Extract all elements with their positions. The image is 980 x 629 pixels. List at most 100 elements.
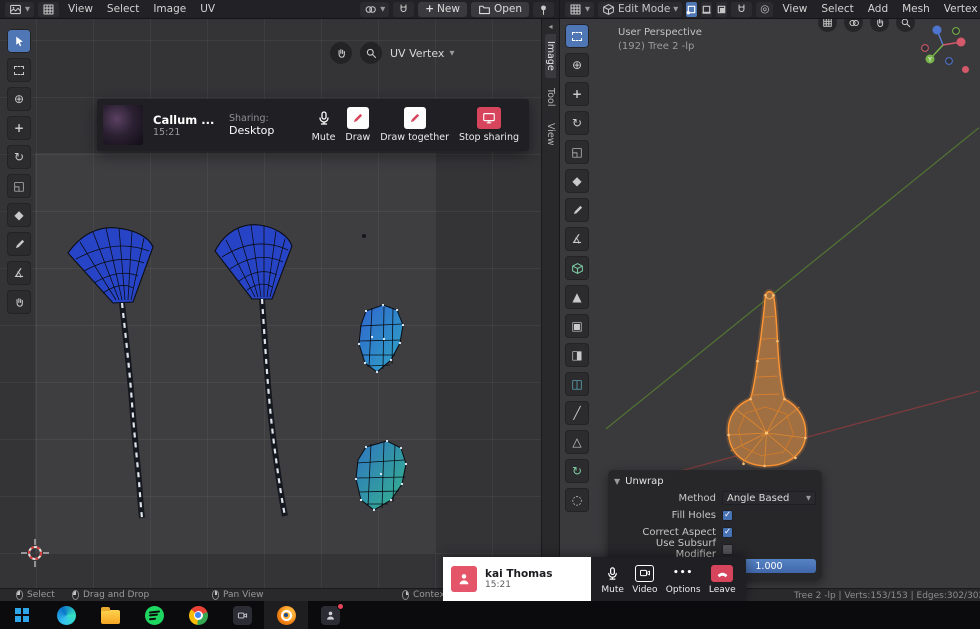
scale-tool[interactable]: ◱ [565,140,589,164]
video-label: Video [632,584,658,595]
loop-cut-tool[interactable]: ◫ [565,372,589,396]
scale-tool[interactable]: ◱ [7,174,31,198]
status-pan-view: Pan View [212,590,263,600]
sidebar-toggle-icon[interactable]: ◂ [548,22,552,31]
grab-tool[interactable] [7,290,31,314]
move-tool[interactable]: + [7,116,31,140]
select-box-icon [572,31,582,41]
image-browse-widget[interactable] [38,1,59,17]
select-box-tool[interactable] [7,58,31,82]
pin-icon[interactable] [533,1,554,17]
knife-tool[interactable]: ╱ [565,401,589,425]
smooth-tool[interactable]: ◌ [565,488,589,512]
middle-mouse-icon [212,590,219,600]
taskbar-spotify[interactable] [132,601,176,629]
navigation-gizmo[interactable]: Y [918,20,968,70]
video-button[interactable]: Video [632,564,657,595]
menu-select[interactable]: Select [816,2,858,16]
uv-tool-rail: ⊕ + ↻ ◱ ◆ ∡ [7,29,31,314]
uv-island-fan-right [214,224,293,517]
bevel-tool[interactable]: ◨ [565,343,589,367]
zoom-icon[interactable] [360,42,382,64]
menu-view[interactable]: View [63,2,98,16]
annotate-tool[interactable] [7,232,31,256]
options-button[interactable]: ••• Options [666,564,701,595]
tab-tool[interactable]: Tool [545,81,556,113]
mode-dropdown[interactable]: Edit Mode ▼ [598,1,683,17]
taskbar-app[interactable] [220,601,264,629]
right-mouse-icon [402,590,409,600]
screenshare-banner: Callum ... 15:21 Sharing: Desktop Mute D… [97,99,529,151]
face-select-mode-button[interactable] [716,1,728,17]
file-explorer-icon [100,606,120,624]
scene-stats: Tree 2 -lp | Verts:153/153 | Edges:302/3… [794,590,980,601]
method-dropdown[interactable]: Angle Based ▼ [722,491,816,505]
cursor-tool[interactable]: ⊕ [565,53,589,77]
tab-view[interactable]: View [545,116,556,153]
menu-view[interactable]: View [777,2,812,16]
menu-vertex[interactable]: Vertex [939,2,980,16]
use-subsurf-checkbox[interactable] [722,543,733,555]
editor-type-selector[interactable]: ▼ [5,1,34,17]
axis-ball-icon[interactable] [962,66,969,73]
taskbar-blender[interactable] [264,601,308,629]
edge-select-mode-button[interactable] [701,1,713,17]
tab-image[interactable]: Image [545,34,556,78]
editor-type-selector[interactable]: ▼ [565,1,594,17]
transform-tool[interactable]: ◆ [7,203,31,227]
unwrap-panel-header[interactable]: ▼ Unwrap [614,474,816,489]
draw-together-button[interactable]: Draw together [380,107,449,143]
vertex-select-mode-button[interactable] [686,1,698,17]
add-cube-tool[interactable] [565,256,589,280]
draw-button[interactable]: Draw [345,107,370,143]
uv-mode-dropdown[interactable]: UV Vertex ▼ [390,47,454,60]
menu-add[interactable]: Add [863,2,893,16]
menu-uv[interactable]: UV [195,2,220,16]
chevron-down-icon: ▼ [25,4,30,13]
select-box-tool[interactable] [565,24,589,48]
mute-button[interactable]: Mute [601,564,624,595]
poly-build-tool[interactable]: △ [565,430,589,454]
chevron-down-icon: ▼ [806,493,811,502]
snap-icon[interactable] [731,1,753,17]
check-icon: ✓ [723,509,732,520]
rotate-tool[interactable]: ↻ [7,145,31,169]
chevron-down-icon: ▼ [673,4,679,13]
rotate-tool[interactable]: ↻ [565,111,589,135]
taskbar-file-explorer[interactable] [88,601,132,629]
mute-label: Mute [601,584,624,595]
menu-image[interactable]: Image [148,2,191,16]
tweak-tool[interactable] [7,29,31,53]
proportional-editing-icon[interactable]: ◎ [756,1,774,17]
inset-faces-tool[interactable]: ▣ [565,314,589,338]
menu-mesh[interactable]: Mesh [897,2,935,16]
measure-tool[interactable]: ∡ [7,261,31,285]
gizmo-y-label: Y [927,57,932,64]
start-button[interactable] [0,601,44,629]
pan-view-icon[interactable] [330,42,352,64]
snap-icon[interactable] [393,1,415,17]
leave-button[interactable]: Leave [709,564,736,595]
open-image-button[interactable]: Open [470,1,529,17]
pivot-icon[interactable]: ▼ [360,1,390,17]
call-buttons: Mute Video ••• Options Leave [591,557,746,601]
taskbar-chrome[interactable] [176,601,220,629]
fill-holes-checkbox[interactable]: ✓ [722,509,733,521]
correct-aspect-checkbox[interactable]: ✓ [722,526,733,538]
participant-info: kai Thomas 15:21 [443,557,591,601]
menu-select[interactable]: Select [102,2,144,16]
new-image-button[interactable]: + New [418,1,467,17]
cursor-tool[interactable]: ⊕ [7,87,31,111]
transform-tool[interactable]: ◆ [565,169,589,193]
spin-tool[interactable]: ↻ [565,459,589,483]
extrude-region-tool[interactable]: ▲ [565,285,589,309]
stop-sharing-button[interactable]: Stop sharing [459,107,519,143]
move-tool[interactable]: + [565,82,589,106]
taskbar-edge[interactable] [44,601,88,629]
mute-button[interactable]: Mute [312,107,335,143]
measure-tool[interactable]: ∡ [565,227,589,251]
taskbar-meeting-app[interactable] [308,601,352,629]
notification-badge [337,603,344,610]
annotate-tool[interactable] [565,198,589,222]
unwrap-panel-title: Unwrap [625,476,664,487]
